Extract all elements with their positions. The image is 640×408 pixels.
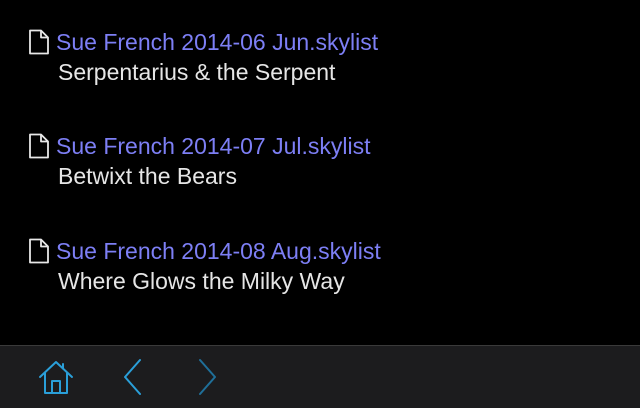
skylist-file-link[interactable]: Sue French 2014-08 Aug.skylist [28, 237, 381, 265]
skylist-description: Betwixt the Bears [58, 163, 237, 189]
skylist-file-link[interactable]: Sue French 2014-07 Jul.skylist [28, 132, 371, 160]
page: Sue French 2014-06 Jun.skylist Serpentar… [0, 0, 640, 408]
forward-button[interactable] [182, 346, 232, 408]
skylist-content: Sue French 2014-06 Jun.skylist Serpentar… [0, 0, 640, 345]
chevron-left-icon [121, 357, 145, 397]
skylist-file-link[interactable]: Sue French 2014-06 Jun.skylist [28, 28, 378, 56]
home-icon [37, 358, 75, 396]
skylist-file-name: Sue French 2014-06 Jun.skylist [56, 29, 379, 55]
back-button[interactable] [108, 346, 158, 408]
chevron-right-icon [195, 357, 219, 397]
document-icon [28, 133, 50, 159]
document-icon [28, 238, 50, 264]
skylist-description: Where Glows the Milky Way [58, 268, 345, 294]
skylist-description: Serpentarius & the Serpent [58, 59, 336, 85]
document-icon [28, 29, 50, 55]
bottom-toolbar [0, 345, 640, 408]
home-button[interactable] [31, 346, 81, 408]
skylist-file-name: Sue French 2014-08 Aug.skylist [56, 238, 381, 264]
skylist-file-name: Sue French 2014-07 Jul.skylist [56, 133, 371, 159]
